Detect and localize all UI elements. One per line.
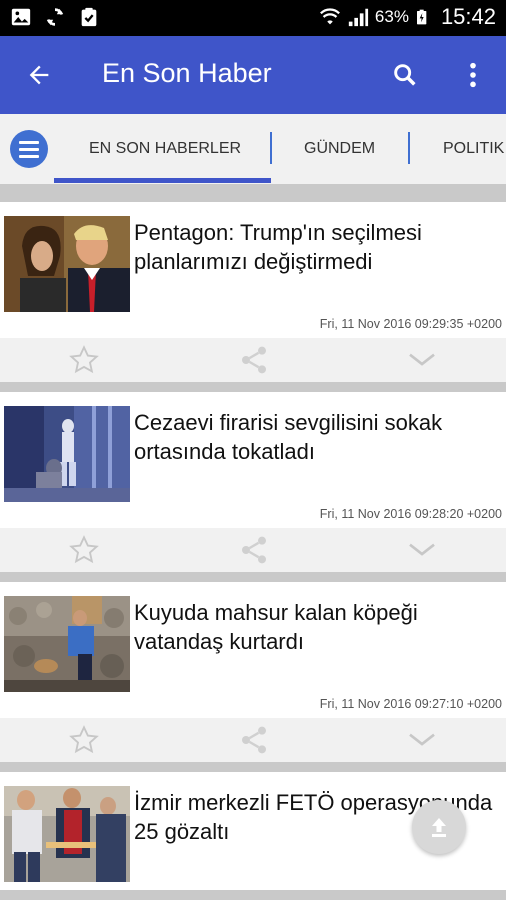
share-icon[interactable] [238, 724, 270, 756]
clipboard-check-icon [81, 7, 97, 27]
search-button[interactable] [384, 54, 426, 96]
tab-bar: EN SON HABERLER GÜNDEM POLITIK [0, 114, 506, 184]
tab-gundem[interactable]: GÜNDEM [304, 140, 375, 158]
status-bar: 63% 15:42 [0, 0, 506, 36]
share-icon[interactable] [238, 534, 270, 566]
news-card[interactable]: Kuyuda mahsur kalan köpeği vatandaş kurt… [0, 582, 506, 762]
tab-en-son-haberler[interactable]: EN SON HABERLER [89, 140, 241, 158]
overflow-menu-button[interactable] [452, 54, 494, 96]
news-headline[interactable]: Pentagon: Trump'ın seçilmesi planlarımız… [134, 218, 502, 276]
sync-icon [46, 8, 64, 26]
image-notification-icon [11, 8, 31, 26]
share-icon[interactable] [238, 344, 270, 376]
news-thumbnail [4, 216, 130, 312]
wifi-icon [319, 8, 340, 25]
tab-politik[interactable]: POLITIK [443, 140, 504, 158]
back-button[interactable] [18, 54, 60, 96]
star-icon[interactable] [68, 344, 100, 376]
chevron-down-icon[interactable] [406, 534, 438, 566]
chevron-down-icon[interactable] [406, 344, 438, 376]
star-icon[interactable] [68, 724, 100, 756]
back-arrow-icon [29, 65, 49, 85]
news-card[interactable]: Pentagon: Trump'ın seçilmesi planlarımız… [0, 202, 506, 382]
card-actions [0, 528, 506, 572]
scroll-to-top-button[interactable] [412, 800, 466, 854]
star-icon[interactable] [68, 534, 100, 566]
selected-tab-indicator [54, 178, 271, 183]
battery-percent: 63% [374, 7, 409, 26]
tab-divider [270, 132, 272, 164]
search-icon [394, 64, 416, 86]
tab-divider [408, 132, 410, 164]
clock: 15:42 [440, 4, 496, 29]
card-actions [0, 338, 506, 382]
menu-button[interactable] [10, 130, 48, 168]
news-thumbnail [4, 406, 130, 502]
news-headline[interactable]: Kuyuda mahsur kalan köpeği vatandaş kurt… [134, 598, 502, 656]
more-vert-icon [470, 62, 476, 88]
chevron-down-icon[interactable] [406, 724, 438, 756]
news-date: Fri, 11 Nov 2016 09:28:20 +0200 [319, 507, 502, 521]
app-bar: En Son Haber [0, 36, 506, 114]
news-card[interactable]: Cezaevi firarisi sevgilisini sokak ortas… [0, 392, 506, 572]
news-thumbnail [4, 786, 130, 882]
news-thumbnail [4, 596, 130, 692]
signal-icon [348, 8, 368, 27]
list-bottom-gap [0, 890, 506, 900]
card-actions [0, 718, 506, 762]
menu-icon [19, 140, 39, 144]
menu-icon-line [19, 147, 39, 151]
battery-charging-icon [416, 9, 427, 25]
news-date: Fri, 11 Nov 2016 09:29:35 +0200 [319, 317, 502, 331]
news-date: Fri, 11 Nov 2016 09:27:10 +0200 [319, 697, 502, 711]
upload-arrow-icon [432, 818, 446, 837]
page-title: En Son Haber [102, 58, 272, 88]
menu-icon-line [19, 154, 39, 158]
news-headline[interactable]: Cezaevi firarisi sevgilisini sokak ortas… [134, 408, 502, 466]
